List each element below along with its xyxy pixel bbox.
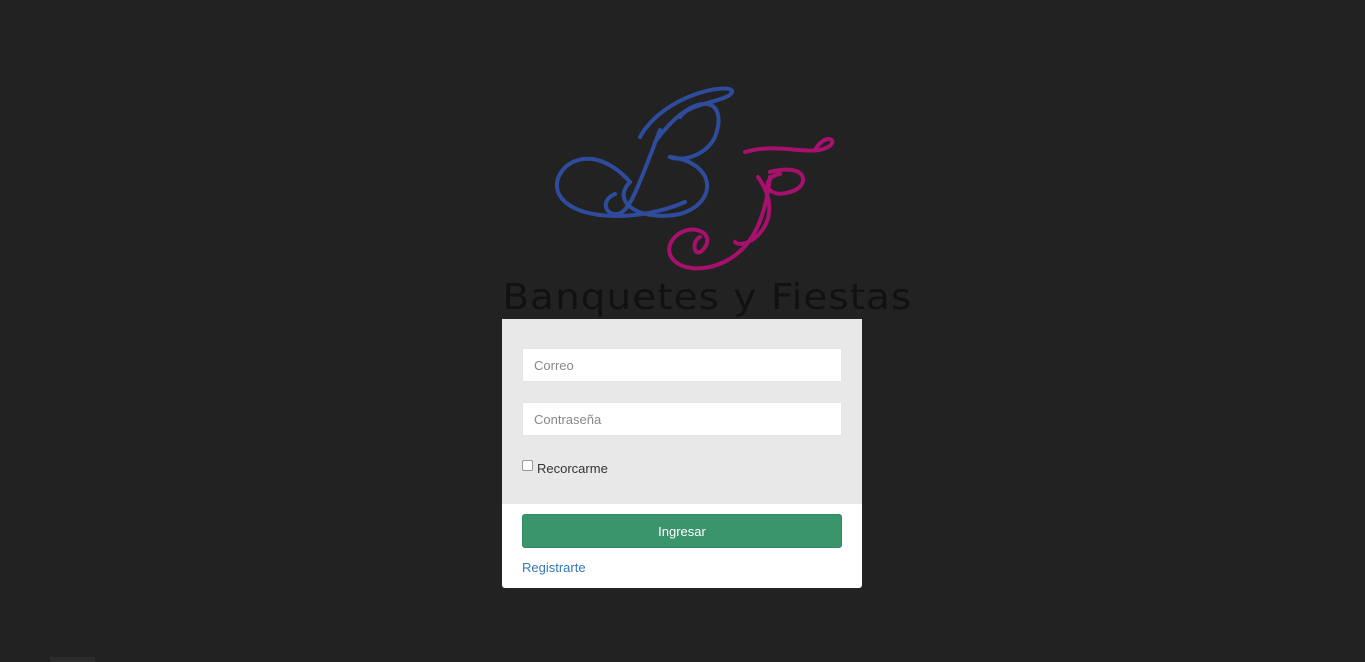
login-card-footer: Ingresar Registrarte — [502, 504, 862, 588]
login-button[interactable]: Ingresar — [522, 514, 842, 548]
register-link[interactable]: Registrarte — [522, 560, 586, 575]
login-card: Recorcarme Ingresar Registrarte — [502, 319, 862, 588]
password-input[interactable] — [522, 402, 842, 436]
login-card-body: Recorcarme — [502, 319, 862, 504]
monogram-f-icon — [667, 137, 835, 271]
remember-checkbox[interactable] — [522, 460, 533, 471]
remember-me[interactable]: Recorcarme — [522, 459, 608, 476]
email-input[interactable] — [522, 348, 842, 382]
remember-label: Recorcarme — [537, 461, 608, 476]
bottom-corner-tab — [50, 657, 95, 662]
monogram-b-icon — [554, 86, 734, 218]
brand-name: Banquetes y Fiestas — [502, 277, 913, 318]
